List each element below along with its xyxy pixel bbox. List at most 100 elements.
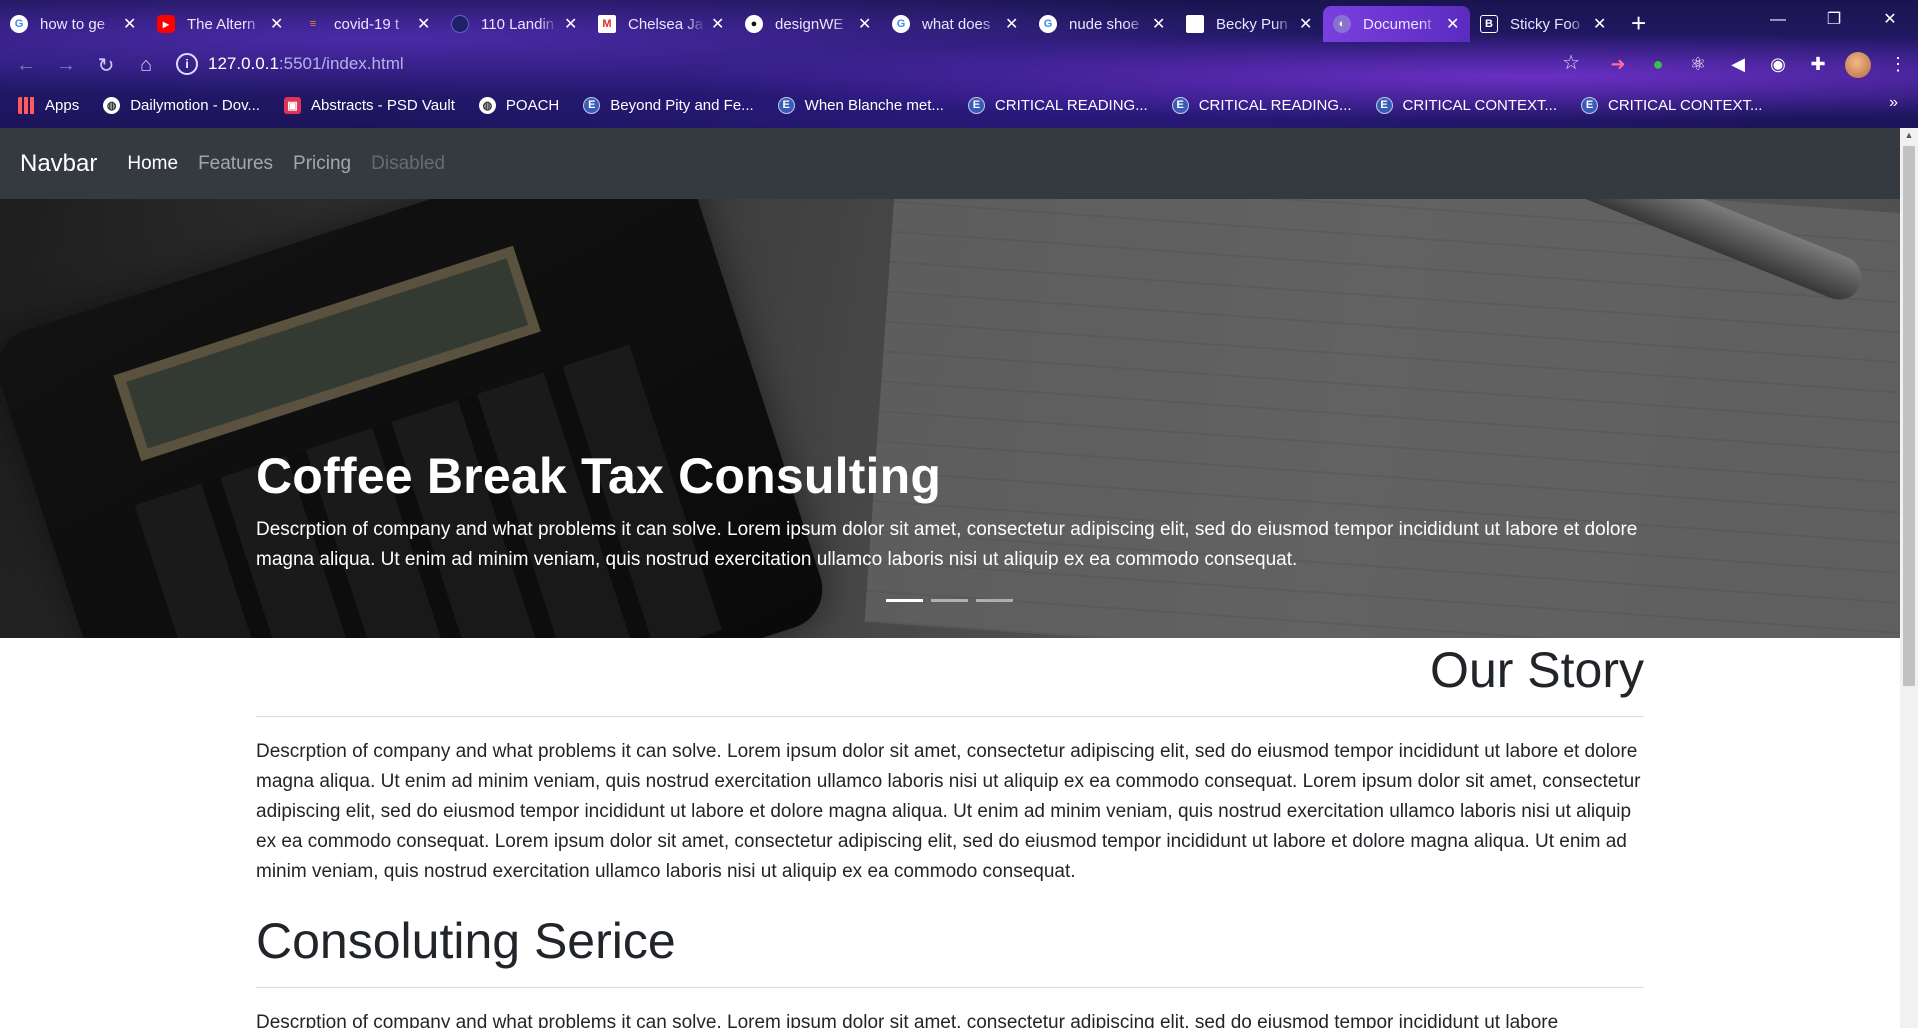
forward-arrow-icon[interactable]: → (46, 54, 86, 77)
nav-link-home[interactable]: Home (127, 153, 178, 175)
bookmark-item[interactable]: E CRITICAL CONTEXT... (1581, 96, 1763, 114)
toolbar: ← → ↻ ⌂ i 127.0.0.1:5501/index.html ☆ ➜ … (0, 46, 1918, 84)
bookmark-label: Beyond Pity and Fe... (610, 96, 754, 114)
bookmark-label: Dailymotion - Dov... (130, 96, 260, 114)
tab-8[interactable]: Becky Pun ✕ (1176, 6, 1323, 42)
extension-k-icon[interactable]: ◀ (1718, 50, 1758, 86)
bookmark-item[interactable]: ▣ Abstracts - PSD Vault (283, 96, 455, 114)
extensions-puzzle-icon[interactable]: ✚ (1798, 50, 1838, 86)
address-bar[interactable]: i 127.0.0.1:5501/index.html (176, 46, 1576, 82)
reload-icon[interactable]: ↻ (86, 53, 126, 78)
tab-4[interactable]: M Chelsea Ja ✕ (588, 6, 735, 42)
google-icon: G (1039, 15, 1057, 33)
bookmarks-overflow-icon[interactable]: » (1889, 94, 1898, 112)
bookmark-label: Apps (45, 96, 80, 114)
e-icon: E (583, 96, 601, 114)
tab-0[interactable]: G how to ge ✕ (0, 6, 147, 42)
apps-grid-icon (18, 96, 35, 114)
bookmark-item[interactable]: E CRITICAL READING... (967, 96, 1148, 114)
bookmark-item[interactable]: E Beyond Pity and Fe... (583, 96, 754, 114)
restore-icon[interactable]: ❐ (1806, 6, 1862, 34)
close-icon[interactable]: ✕ (270, 14, 284, 34)
window-controls: — ❐ ✕ (1750, 6, 1918, 34)
extensions-area: ➜ ● ⚛ ◀ ◉ ✚ ⋮ (1598, 50, 1918, 86)
scroll-up-icon[interactable]: ▲ (1900, 130, 1918, 140)
page-icon (1186, 15, 1204, 33)
tab-title: Sticky Foo (1510, 15, 1581, 33)
close-icon[interactable]: ✕ (564, 14, 578, 34)
divider (256, 716, 1644, 717)
hero-caption: Coffee Break Tax Consulting Descrption o… (256, 447, 1656, 575)
back-arrow-icon[interactable]: ← (6, 54, 46, 77)
bookmark-item[interactable]: ◍ Dailymotion - Dov... (103, 96, 260, 114)
bookmarks-bar: Apps ◍ Dailymotion - Dov... ▣ Abstracts - … (0, 88, 1918, 122)
page-scrollbar[interactable]: ▲ (1900, 128, 1918, 1028)
bookmark-label: Abstracts - PSD Vault (310, 96, 455, 114)
bookmark-star-icon[interactable]: ☆ (1562, 50, 1580, 75)
tab-title: how to ge (40, 15, 106, 33)
navbar-brand[interactable]: Navbar (20, 150, 97, 178)
tab-6[interactable]: G what does ✕ (882, 6, 1029, 42)
bookmark-label: POACH (505, 96, 560, 114)
tab-9-active[interactable]: ◐ Document ✕ (1323, 6, 1470, 42)
bookmark-label: CRITICAL CONTEXT... (1402, 96, 1557, 114)
nav-link-features[interactable]: Features (198, 153, 273, 175)
globe-icon: ◍ (103, 96, 121, 114)
nav-link-pricing[interactable]: Pricing (293, 153, 351, 175)
e-icon: E (1171, 96, 1189, 114)
tab-5[interactable]: ● designWE ✕ (735, 6, 882, 42)
e-icon: E (777, 96, 795, 114)
e-icon: E (967, 96, 985, 114)
minimize-icon[interactable]: — (1750, 6, 1806, 34)
home-icon[interactable]: ⌂ (126, 54, 166, 77)
close-icon[interactable]: ✕ (1299, 14, 1313, 34)
bookmark-apps[interactable]: Apps (18, 96, 80, 114)
bookmark-label: CRITICAL READING... (994, 96, 1148, 114)
globe-icon: ◍ (478, 96, 496, 114)
tab-7[interactable]: G nude shoe ✕ (1029, 6, 1176, 42)
react-devtools-icon[interactable]: ⚛ (1678, 50, 1718, 86)
bookmark-item[interactable]: E When Blanche met... (777, 96, 944, 114)
carousel-indicator-2[interactable] (931, 599, 968, 602)
e-icon: E (1581, 96, 1598, 114)
close-icon[interactable]: ✕ (123, 14, 137, 34)
bookmark-label: CRITICAL CONTEXT... (1608, 96, 1763, 114)
globe-icon: ◐ (1333, 15, 1351, 33)
close-icon[interactable]: ✕ (1446, 14, 1460, 34)
tab-2[interactable]: ≡ covid-19 t ✕ (294, 6, 441, 42)
hero-title: Coffee Break Tax Consulting (256, 448, 942, 504)
carousel-indicator-3[interactable] (976, 599, 1013, 602)
scrollbar-thumb[interactable] (1903, 146, 1915, 686)
menu-kebab-icon[interactable]: ⋮ (1878, 50, 1918, 86)
carousel-indicator-1[interactable] (886, 599, 923, 602)
youtube-icon: ▶ (157, 15, 175, 33)
extension-circle-icon[interactable]: ◉ (1758, 50, 1798, 86)
tab-10[interactable]: B Sticky Foo ✕ (1470, 6, 1617, 42)
profile-avatar[interactable] (1838, 50, 1878, 86)
bookmark-item[interactable]: E CRITICAL CONTEXT... (1375, 96, 1557, 114)
info-icon[interactable]: i (176, 53, 198, 75)
close-icon[interactable]: ✕ (1152, 14, 1166, 34)
extension-arrow-icon[interactable]: ➜ (1598, 50, 1638, 86)
tab-title: what does (922, 15, 991, 33)
bootstrap-icon: B (1480, 15, 1498, 33)
close-icon[interactable]: ✕ (1593, 14, 1607, 34)
site-icon (451, 15, 469, 33)
tab-title: 110 Landin (481, 15, 555, 33)
tab-3[interactable]: 110 Landin ✕ (441, 6, 588, 42)
tab-1[interactable]: ▶ The Altern ✕ (147, 6, 294, 42)
consulting-service-heading: Consoluting Serice (256, 913, 676, 969)
new-tab-icon[interactable]: + (1631, 8, 1646, 39)
close-icon[interactable]: ✕ (858, 14, 872, 34)
consulting-service-text: Descrption of company and what problems … (256, 1012, 1559, 1028)
bookmark-item[interactable]: ◍ POACH (478, 96, 560, 114)
close-icon[interactable]: ✕ (417, 14, 431, 34)
bookmark-item[interactable]: E CRITICAL READING... (1171, 96, 1352, 114)
close-window-icon[interactable]: ✕ (1862, 6, 1918, 34)
extension-green-icon[interactable]: ● (1638, 50, 1678, 86)
close-icon[interactable]: ✕ (1005, 14, 1019, 34)
tab-title: covid-19 t (334, 15, 400, 33)
hero-description: Descrption of company and what problems … (256, 519, 1638, 570)
close-icon[interactable]: ✕ (711, 14, 725, 34)
psd-icon: ▣ (283, 96, 301, 114)
